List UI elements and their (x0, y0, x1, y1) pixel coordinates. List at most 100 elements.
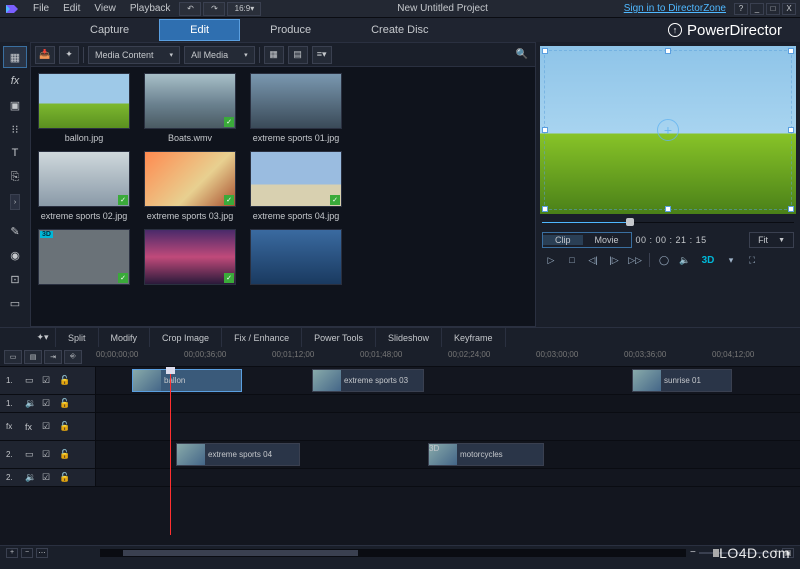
menu-view[interactable]: View (87, 1, 123, 16)
timeline-clip[interactable]: extreme sports 03 (312, 369, 424, 392)
zoom-fit-dropdown[interactable]: Fit▼ (749, 232, 794, 248)
remove-track-button[interactable]: − (21, 548, 33, 558)
fast-forward-button[interactable]: ▷▷ (626, 252, 644, 268)
keyframe-button[interactable]: Keyframe (442, 328, 506, 348)
plugin-button[interactable]: ✦ (59, 46, 79, 64)
prev-frame-button[interactable]: ◁| (584, 252, 602, 268)
list-view-button[interactable]: ▤ (288, 46, 308, 64)
media-item[interactable] (247, 229, 345, 293)
pip-room-button[interactable]: ▣ (3, 94, 27, 116)
preview-scrubber[interactable] (542, 218, 794, 228)
voiceover-button[interactable]: ◉ (3, 244, 27, 266)
media-filter-dropdown[interactable]: All Media▾ (184, 46, 255, 64)
timeline-track: 1.▭☑🔓 ballon extreme sports 03 sunrise 01 (0, 367, 800, 395)
timeline-h-scroll[interactable] (100, 549, 686, 557)
slideshow-button[interactable]: Slideshow (376, 328, 442, 348)
undo-button[interactable]: ↶ (179, 2, 201, 16)
signin-link[interactable]: Sign in to DirectorZone (624, 3, 726, 14)
snapshot-button[interactable]: ◯ (655, 252, 673, 268)
minimize-button[interactable]: _ (750, 3, 764, 15)
media-item[interactable]: ✓extreme sports 03.jpg (141, 151, 239, 225)
subtitle-button[interactable]: ▭ (3, 292, 27, 314)
track-header[interactable]: 2.🔉☑🔓 (0, 469, 96, 486)
track-lane[interactable]: ballon extreme sports 03 sunrise 01 (96, 367, 800, 394)
volume-button[interactable]: 🔈 (676, 252, 694, 268)
timeline-marker[interactable]: ⇥ (44, 350, 62, 364)
stop-button[interactable]: □ (563, 252, 581, 268)
playhead[interactable] (170, 367, 171, 535)
redo-button[interactable]: ↷ (203, 2, 225, 16)
timeline-clip[interactable]: ballon (132, 369, 242, 392)
main-area: ▦ fx ▣ ⁝⁝ T ⎘ › ✎ ◉ ⊡ ▭ 📥 ✦ Media Conten… (0, 42, 800, 327)
title-room-button[interactable]: T (3, 142, 27, 164)
media-item[interactable]: ✓extreme sports 02.jpg (35, 151, 133, 225)
track-header[interactable]: 2.▭☑🔓 (0, 441, 96, 468)
track-lane[interactable] (96, 395, 800, 412)
add-overlay-icon[interactable]: + (657, 119, 679, 141)
grid-view-button[interactable]: ▦ (264, 46, 284, 64)
magic-tools-button[interactable]: ✦▾ (30, 328, 56, 348)
library-menu-button[interactable]: ≡▾ (312, 46, 332, 64)
aspect-ratio-button[interactable]: 16:9▾ (227, 2, 261, 16)
menu-edit[interactable]: Edit (56, 1, 87, 16)
play-button[interactable]: ▷ (542, 252, 560, 268)
preview-mode-toggle[interactable]: ClipMovie (542, 232, 632, 248)
menu-file[interactable]: File (26, 1, 56, 16)
particle-room-button[interactable]: ⁝⁝ (3, 118, 27, 140)
timeline-clip[interactable]: 3Dmotorcycles (428, 443, 544, 466)
timeline-track: fxfx☑🔓 (0, 413, 800, 441)
track-header[interactable]: 1.🔉☑🔓 (0, 395, 96, 412)
timeline-view-1[interactable]: ▭ (4, 350, 22, 364)
settings-icon[interactable]: ▾ (722, 252, 740, 268)
timeline-link[interactable]: ⎆ (64, 350, 82, 364)
3d-button[interactable]: 3D (697, 252, 719, 268)
tab-capture[interactable]: Capture (60, 20, 159, 40)
media-caption: extreme sports 01.jpg (253, 131, 340, 147)
help-button[interactable]: ? (734, 3, 748, 15)
chapter-button[interactable]: ⊡ (3, 268, 27, 290)
track-lane[interactable]: extreme sports 04 3Dmotorcycles (96, 441, 800, 468)
track-lane[interactable] (96, 413, 800, 440)
audio-mixing-button[interactable]: ✎ (3, 220, 27, 242)
search-icon[interactable]: 🔍 (513, 46, 531, 64)
timeline-track: 2.🔉☑🔓 (0, 469, 800, 487)
track-lane[interactable] (96, 469, 800, 486)
fix-enhance-button[interactable]: Fix / Enhance (222, 328, 302, 348)
modify-button[interactable]: Modify (99, 328, 151, 348)
library-grid: ballon.jpg✓Boats.wmv extreme sports 01.jp… (31, 67, 535, 326)
track-options-button[interactable]: ⋯ (36, 548, 48, 558)
undock-button[interactable]: ⛶ (743, 252, 761, 268)
media-item[interactable]: ballon.jpg (35, 73, 133, 147)
expand-sidebar-button[interactable]: › (10, 194, 20, 210)
media-caption: extreme sports 03.jpg (147, 209, 234, 225)
import-button[interactable]: 📥 (35, 46, 55, 64)
track-header[interactable]: fxfx☑🔓 (0, 413, 96, 440)
split-button[interactable]: Split (56, 328, 99, 348)
zoom-out-icon[interactable]: − (690, 547, 696, 558)
tab-produce[interactable]: Produce (240, 20, 341, 40)
media-item[interactable]: ✓Boats.wmv (141, 73, 239, 147)
next-frame-button[interactable]: |▷ (605, 252, 623, 268)
media-item[interactable]: extreme sports 01.jpg (247, 73, 345, 147)
content-filter-dropdown[interactable]: Media Content▾ (88, 46, 180, 64)
effect-room-button[interactable]: fx (3, 70, 27, 92)
media-item[interactable]: ✓3D (35, 229, 133, 293)
maximize-button[interactable]: □ (766, 3, 780, 15)
timeline-view-2[interactable]: ▤ (24, 350, 42, 364)
menu-playback[interactable]: Playback (123, 1, 178, 16)
timeline-clip[interactable]: sunrise 01 (632, 369, 732, 392)
media-room-button[interactable]: ▦ (3, 46, 27, 68)
transition-room-button[interactable]: ⎘ (3, 166, 27, 188)
tab-create-disc[interactable]: Create Disc (341, 20, 458, 40)
track-header[interactable]: 1.▭☑🔓 (0, 367, 96, 394)
media-item[interactable]: ✓extreme sports 04.jpg (247, 151, 345, 225)
media-item[interactable]: ✓ (141, 229, 239, 293)
crop-image-button[interactable]: Crop Image (150, 328, 222, 348)
close-button[interactable]: X (782, 3, 796, 15)
timeline-clip[interactable]: extreme sports 04 (176, 443, 300, 466)
preview-canvas[interactable]: + (540, 46, 796, 214)
tab-edit[interactable]: Edit (159, 19, 240, 41)
timeline-ruler[interactable]: 00;00;00;0000;00;36;0000;01;12;0000;01;4… (96, 347, 800, 367)
add-track-button[interactable]: + (6, 548, 18, 558)
power-tools-button[interactable]: Power Tools (302, 328, 376, 348)
